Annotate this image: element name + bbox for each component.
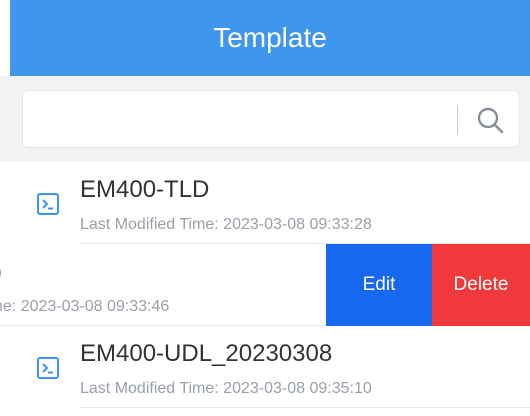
template-name: ) <box>0 258 2 286</box>
list-item-swiped[interactable]: ) ne: 2023-03-08 09:33:46 Edit Delete <box>0 244 530 326</box>
edit-button[interactable]: Edit <box>326 244 432 326</box>
template-file-icon <box>37 193 59 215</box>
search-bar-area <box>0 76 530 162</box>
template-file-icon <box>37 357 59 379</box>
list-item[interactable]: EM400-TLD Last Modified Time: 2023-03-08… <box>0 162 530 244</box>
template-modified-time: Last Modified Time: 2023-03-08 09:35:10 <box>80 380 372 397</box>
template-modified-time: Last Modified Time: 2023-03-08 09:33:28 <box>80 216 372 233</box>
search-divider <box>457 105 458 135</box>
template-name: EM400-UDL_20230308 <box>80 340 333 367</box>
search-box[interactable] <box>22 90 520 148</box>
template-name: EM400-TLD <box>80 176 210 203</box>
list-item[interactable]: EM400-UDL_20230308 Last Modified Time: 2… <box>0 326 530 408</box>
search-icon[interactable] <box>475 105 505 135</box>
divider <box>80 407 530 408</box>
app-header: Template <box>10 0 530 76</box>
swiped-item-content[interactable]: ) ne: 2023-03-08 09:33:46 <box>0 244 326 326</box>
template-modified-time: ne: 2023-03-08 09:33:46 <box>0 298 170 315</box>
search-input[interactable] <box>33 101 447 139</box>
delete-button[interactable]: Delete <box>432 244 530 326</box>
page-title: Template <box>213 22 327 53</box>
